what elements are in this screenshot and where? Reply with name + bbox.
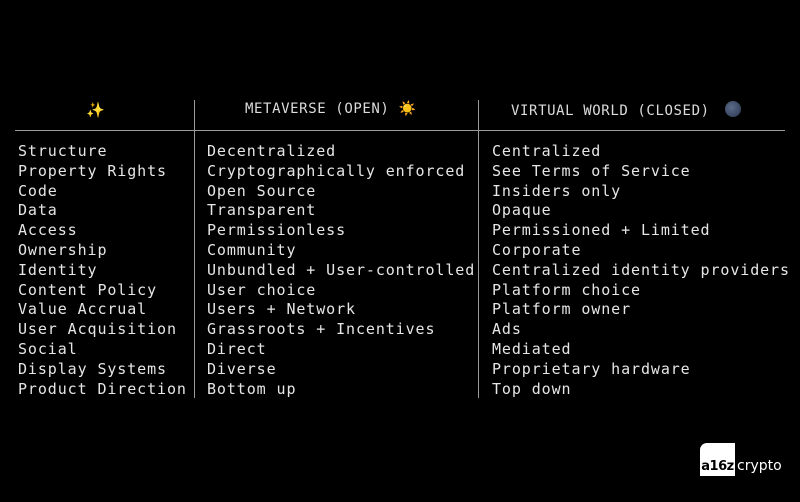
attribute-cell: Property Rights (18, 161, 167, 180)
attribute-cell: Display Systems (18, 359, 167, 378)
metaverse-cell: Users + Network (207, 300, 356, 319)
sparkles-icon: ✨ (86, 101, 106, 119)
metaverse-cell: Permissionless (207, 221, 347, 240)
metaverse-cell: Transparent (207, 201, 317, 220)
virtual-world-cell: Centralized identity providers (492, 260, 790, 279)
header-col2: METAVERSE (OPEN) ☀️ (245, 101, 417, 117)
virtual-world-cell: Permissioned + Limited (492, 221, 711, 240)
metaverse-cell: Diverse (207, 359, 277, 378)
attribute-cell: Data (18, 201, 58, 220)
attribute-cell: Code (18, 181, 58, 200)
virtual-world-column: Centralized See Terms of Service Insiders … (492, 142, 790, 399)
virtual-world-cell: Corporate (492, 240, 582, 259)
a16z-crypto-logo: a16z crypto (700, 443, 782, 476)
attribute-cell: Structure (18, 142, 108, 160)
virtual-world-cell: Ads (492, 320, 522, 339)
virtual-world-cell: See Terms of Service (492, 161, 691, 180)
sun-icon: ☀️ (398, 101, 417, 117)
header-col1: ✨ (86, 101, 105, 119)
metaverse-cell: Bottom up (207, 379, 297, 398)
header-col3: VIRTUAL WORLD (CLOSED) (511, 101, 741, 119)
attribute-cell: Social (18, 339, 78, 358)
attribute-cell: Identity (18, 260, 98, 279)
metaverse-column: Decentralized Cryptographically enforced O… (207, 142, 475, 399)
attribute-cell: Value Accrual (18, 300, 148, 319)
virtual-world-cell: Platform choice (492, 280, 641, 299)
column-divider-1 (194, 100, 195, 398)
virtual-world-cell: Mediated (492, 339, 572, 358)
attribute-cell: User Acquisition (18, 320, 177, 339)
attribute-cell: Content Policy (18, 280, 158, 299)
logo-text: crypto (737, 458, 782, 474)
metaverse-cell: Community (207, 240, 297, 259)
metaverse-cell: User choice (207, 280, 317, 299)
attribute-cell: Access (18, 221, 78, 240)
metaverse-cell: Cryptographically enforced (207, 161, 466, 180)
column-divider-2 (478, 100, 479, 398)
attribute-cell: Product Direction (18, 379, 187, 398)
metaverse-cell: Grassroots + Incentives (207, 320, 436, 339)
virtual-world-cell: Opaque (492, 201, 552, 220)
metaverse-cell: Decentralized (207, 142, 337, 160)
header-virtual-world-title: VIRTUAL WORLD (CLOSED) (511, 103, 710, 119)
virtual-world-cell: Top down (492, 379, 572, 398)
virtual-world-cell: Centralized (492, 142, 602, 160)
attribute-column: Structure Property Rights Code Data Access Ow… (18, 142, 187, 399)
moon-icon (724, 101, 741, 117)
attribute-cell: Ownership (18, 240, 108, 259)
header-divider (15, 130, 785, 131)
metaverse-cell: Open Source (207, 181, 317, 200)
virtual-world-cell: Insiders only (492, 181, 622, 200)
virtual-world-cell: Proprietary hardware (492, 359, 691, 378)
metaverse-cell: Direct (207, 339, 267, 358)
virtual-world-cell: Platform owner (492, 300, 632, 319)
logo-mark: a16z (700, 443, 735, 476)
metaverse-cell: Unbundled + User-controlled (207, 260, 476, 279)
header-metaverse-title: METAVERSE (OPEN) (245, 101, 390, 117)
